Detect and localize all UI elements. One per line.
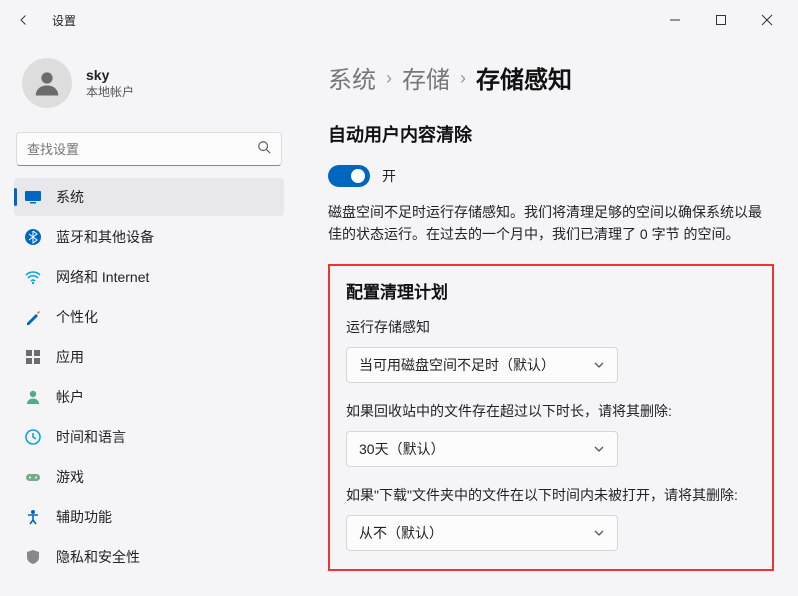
user-name: sky [86, 67, 134, 83]
chevron-down-icon [593, 443, 605, 455]
chevron-down-icon [593, 359, 605, 371]
network-icon [24, 268, 42, 286]
config-box: 配置清理计划 运行存储感知 当可用磁盘空间不足时（默认） 如果回收站中的文件存在… [328, 264, 774, 571]
search-box[interactable] [16, 132, 282, 166]
section-description: 磁盘空间不足时运行存储感知。我们将清理足够的空间以确保系统以最佳的状态运行。在过… [328, 201, 774, 246]
sidebar-item-label: 时间和语言 [56, 427, 126, 447]
config-title: 配置清理计划 [346, 278, 756, 303]
sidebar-item-label: 游戏 [56, 467, 84, 487]
games-icon [24, 468, 42, 486]
breadcrumb-item[interactable]: 系统 [328, 60, 376, 95]
breadcrumb: 系统 › 存储 › 存储感知 [328, 60, 774, 95]
storage-sense-toggle[interactable] [328, 165, 370, 187]
account-icon [24, 388, 42, 406]
chevron-right-icon: › [460, 68, 466, 89]
chevron-right-icon: › [386, 68, 392, 89]
sidebar-item-apps[interactable]: 应用 [14, 338, 284, 376]
sidebar-item-label: 隐私和安全性 [56, 547, 140, 567]
bluetooth-icon [24, 228, 42, 246]
section-title: 自动用户内容清除 [328, 121, 774, 147]
field-label: 如果回收站中的文件存在超过以下时长，请将其删除: [346, 401, 756, 421]
privacy-icon [24, 548, 42, 566]
back-button[interactable] [8, 4, 40, 36]
field-label: 运行存储感知 [346, 317, 756, 337]
recycle-bin-dropdown[interactable]: 30天（默认） [346, 431, 618, 467]
sidebar-item-network[interactable]: 网络和 Internet [14, 258, 284, 296]
breadcrumb-item[interactable]: 存储 [402, 60, 450, 95]
chevron-down-icon [593, 527, 605, 539]
run-storage-sense-dropdown[interactable]: 当可用磁盘空间不足时（默认） [346, 347, 618, 383]
window-title: 设置 [52, 12, 76, 29]
search-icon [257, 140, 271, 159]
sidebar-item-time[interactable]: 时间和语言 [14, 418, 284, 456]
sidebar-item-personalization[interactable]: 个性化 [14, 298, 284, 336]
toggle-label: 开 [382, 166, 396, 186]
apps-icon [24, 348, 42, 366]
user-block[interactable]: sky 本地帐户 [14, 44, 298, 132]
dropdown-value: 30天（默认） [359, 439, 445, 459]
sidebar-item-label: 系统 [56, 187, 84, 207]
sidebar-item-accessibility[interactable]: 辅助功能 [14, 498, 284, 536]
minimize-button[interactable] [652, 4, 698, 36]
avatar [22, 58, 72, 108]
search-input[interactable] [27, 142, 257, 157]
user-sub: 本地帐户 [86, 83, 134, 100]
field-label: 如果"下载"文件夹中的文件在以下时间内未被打开，请将其删除: [346, 485, 756, 505]
sidebar-item-label: 帐户 [56, 387, 84, 407]
sidebar-item-bluetooth[interactable]: 蓝牙和其他设备 [14, 218, 284, 256]
sidebar-item-label: 应用 [56, 347, 84, 367]
sidebar-item-label: 辅助功能 [56, 507, 112, 527]
sidebar-item-system[interactable]: 系统 [14, 178, 284, 216]
sidebar-item-label: 个性化 [56, 307, 98, 327]
personalization-icon [24, 308, 42, 326]
system-icon [24, 188, 42, 206]
maximize-button[interactable] [698, 4, 744, 36]
accessibility-icon [24, 508, 42, 526]
time-icon [24, 428, 42, 446]
sidebar-item-privacy[interactable]: 隐私和安全性 [14, 538, 284, 576]
sidebar-item-account[interactable]: 帐户 [14, 378, 284, 416]
page-title: 存储感知 [476, 60, 572, 95]
sidebar-item-label: 网络和 Internet [56, 267, 149, 287]
sidebar-item-label: 蓝牙和其他设备 [56, 227, 154, 247]
dropdown-value: 从不（默认） [359, 523, 443, 543]
sidebar-item-games[interactable]: 游戏 [14, 458, 284, 496]
dropdown-value: 当可用磁盘空间不足时（默认） [359, 355, 555, 375]
downloads-dropdown[interactable]: 从不（默认） [346, 515, 618, 551]
close-button[interactable] [744, 4, 790, 36]
